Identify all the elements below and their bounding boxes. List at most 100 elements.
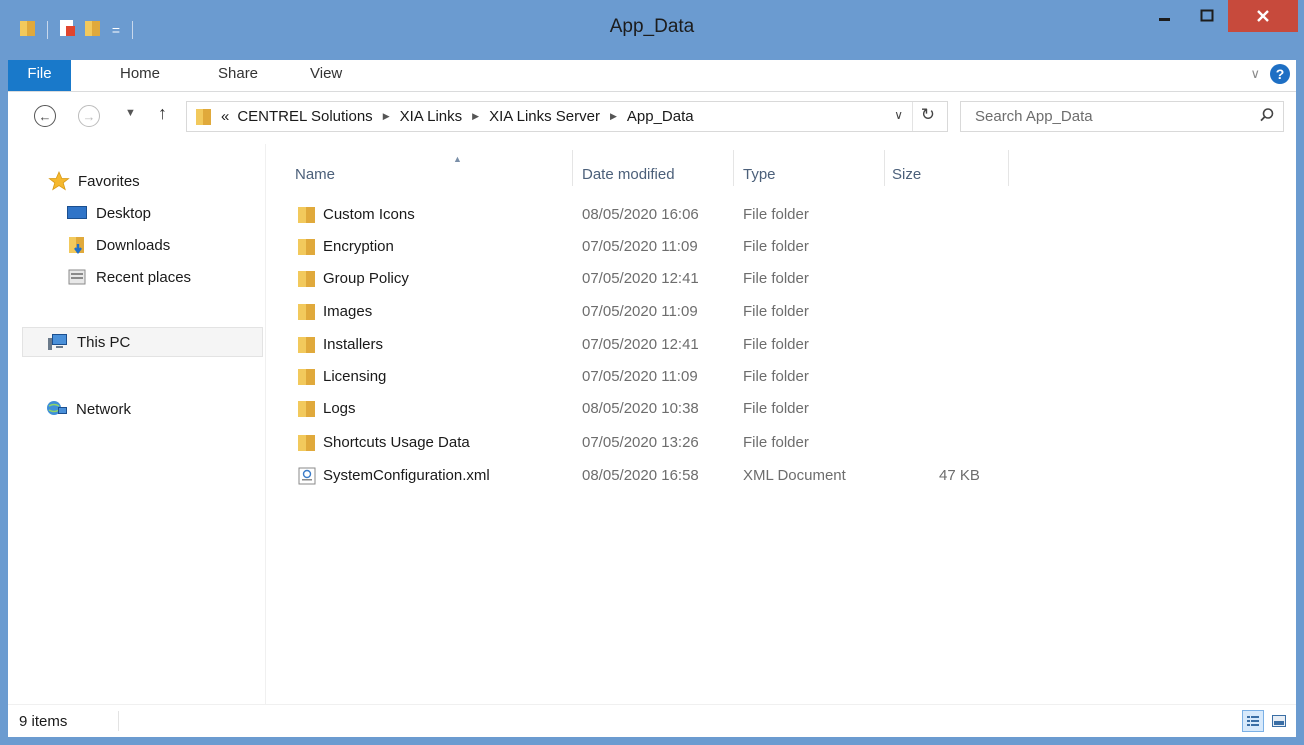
window-title: App_Data [609, 16, 695, 37]
file-date: 07/05/2020 13:26 [582, 434, 699, 451]
minimize-icon [1159, 18, 1170, 21]
sort-ascending-icon: ▲ [453, 154, 462, 164]
sidebar-item-downloads[interactable]: Downloads [66, 230, 170, 260]
sidebar-item-network[interactable]: Network [46, 394, 131, 424]
table-row[interactable]: SystemConfiguration.xml 08/05/2020 16:58… [289, 460, 1019, 492]
file-date: 08/05/2020 16:58 [582, 467, 699, 484]
minimize-button[interactable] [1144, 0, 1186, 32]
folder-icon [298, 337, 315, 353]
address-bar[interactable]: « CENTREL Solutions ▶ XIA Links ▶ XIA Li… [186, 101, 948, 132]
tab-file[interactable]: File [8, 60, 71, 91]
file-date: 07/05/2020 11:09 [582, 368, 698, 385]
file-name: Group Policy [323, 270, 409, 287]
chevron-right-icon[interactable]: ▶ [466, 111, 485, 122]
file-name: Images [323, 303, 373, 320]
network-icon [46, 399, 68, 419]
tab-home[interactable]: Home [120, 60, 160, 91]
back-button[interactable]: ← [34, 105, 56, 127]
downloads-icon [66, 235, 88, 255]
chevron-right-icon[interactable]: ▶ [377, 111, 396, 122]
table-row[interactable]: Logs 08/05/2020 10:38 File folder [289, 393, 1019, 425]
breadcrumb-xia-links[interactable]: XIA Links [396, 108, 467, 125]
sidebar-item-favorites[interactable]: Favorites [48, 166, 140, 196]
column-header-type[interactable]: Type [743, 152, 883, 196]
column-header-label: Size [892, 165, 922, 183]
close-button[interactable] [1228, 0, 1298, 32]
star-icon [48, 171, 70, 191]
search-box [960, 101, 1284, 132]
chevron-down-icon[interactable]: ∨ [894, 108, 903, 122]
table-row[interactable]: Group Policy 07/05/2020 12:41 File folde… [289, 263, 1019, 295]
title-bar: = App_Data [0, 0, 1304, 60]
ribbon-controls: ∨ ? [1250, 64, 1290, 84]
up-button[interactable]: ↑ [158, 103, 167, 124]
breadcrumb-xia-links-server[interactable]: XIA Links Server [485, 108, 604, 125]
folder-icon [195, 107, 213, 127]
window-controls [1144, 0, 1298, 32]
maximize-button[interactable] [1186, 0, 1228, 32]
file-date: 07/05/2020 11:09 [582, 303, 698, 320]
sidebar-item-desktop[interactable]: Desktop [66, 198, 151, 228]
folder-icon [298, 401, 315, 417]
table-row[interactable]: Licensing 07/05/2020 11:09 File folder [289, 361, 1019, 393]
chevron-right-icon[interactable]: ▶ [604, 111, 623, 122]
tab-share[interactable]: Share [218, 60, 258, 91]
view-switcher [1242, 710, 1290, 732]
search-icon[interactable] [1259, 107, 1275, 127]
navigation-bar: ← → ▼ ↑ « CENTREL Solutions ▶ XIA Links … [8, 92, 1296, 144]
back-arrow-icon: ← [38, 108, 52, 124]
table-row[interactable]: Encryption 07/05/2020 11:09 File folder [289, 231, 1019, 263]
file-type: File folder [743, 238, 809, 255]
forward-button[interactable]: → [78, 105, 100, 127]
details-view-button[interactable] [1242, 710, 1264, 732]
maximize-icon [1200, 9, 1214, 22]
column-header-size[interactable]: Size [892, 152, 1002, 196]
large-icons-view-button[interactable] [1268, 710, 1290, 732]
breadcrumb-app-data[interactable]: App_Data [623, 108, 698, 125]
item-count: 9 items [19, 713, 68, 730]
breadcrumb: « CENTREL Solutions ▶ XIA Links ▶ XIA Li… [217, 108, 698, 125]
breadcrumb-overflow[interactable]: « [217, 108, 233, 125]
file-type: File folder [743, 400, 809, 417]
file-name: Custom Icons [323, 206, 415, 223]
main-content: Favorites Desktop Downloads Recent place… [8, 144, 1296, 704]
column-divider[interactable] [733, 150, 734, 186]
column-divider[interactable] [572, 150, 573, 186]
expand-ribbon-icon[interactable]: ∨ [1250, 66, 1260, 82]
file-type: File folder [743, 270, 809, 287]
folder-icon [298, 271, 315, 287]
help-icon[interactable]: ? [1270, 64, 1290, 84]
folder-icon [298, 207, 315, 223]
column-header-label: Type [743, 165, 776, 183]
recent-locations-dropdown-icon[interactable]: ▼ [125, 107, 136, 119]
refresh-icon[interactable]: ↻ [921, 105, 935, 125]
sidebar-item-this-pc[interactable]: This PC [22, 327, 263, 357]
navigation-pane: Favorites Desktop Downloads Recent place… [8, 144, 266, 704]
large-icons-view-icon [1272, 715, 1286, 727]
column-divider[interactable] [884, 150, 885, 186]
file-type: File folder [743, 368, 809, 385]
sidebar-item-label: Downloads [96, 236, 171, 254]
column-header-date-modified[interactable]: Date modified [582, 152, 732, 196]
file-name: Logs [323, 400, 356, 417]
table-row[interactable]: Custom Icons 08/05/2020 16:06 File folde… [289, 199, 1019, 231]
table-row[interactable]: Installers 07/05/2020 12:41 File folder [289, 329, 1019, 361]
column-header-name[interactable]: ▲ Name [295, 152, 565, 196]
computer-icon [47, 332, 69, 352]
file-name: Installers [323, 336, 384, 353]
column-divider[interactable] [1008, 150, 1009, 186]
sidebar-item-recent-places[interactable]: Recent places [66, 262, 191, 292]
close-icon [1257, 10, 1269, 22]
file-date: 07/05/2020 11:09 [582, 238, 698, 255]
tab-view[interactable]: View [310, 60, 342, 91]
xml-file-icon [298, 467, 316, 485]
sidebar-item-label: Recent places [96, 268, 192, 286]
file-type: File folder [743, 303, 809, 320]
status-divider [118, 711, 119, 731]
file-name: Shortcuts Usage Data [323, 434, 470, 451]
breadcrumb-centrel-solutions[interactable]: CENTREL Solutions [233, 108, 376, 125]
table-row[interactable]: Shortcuts Usage Data 07/05/2020 13:26 Fi… [289, 427, 1019, 459]
search-input[interactable] [961, 102, 1251, 131]
table-row[interactable]: Images 07/05/2020 11:09 File folder [289, 296, 1019, 328]
file-type: File folder [743, 434, 809, 451]
